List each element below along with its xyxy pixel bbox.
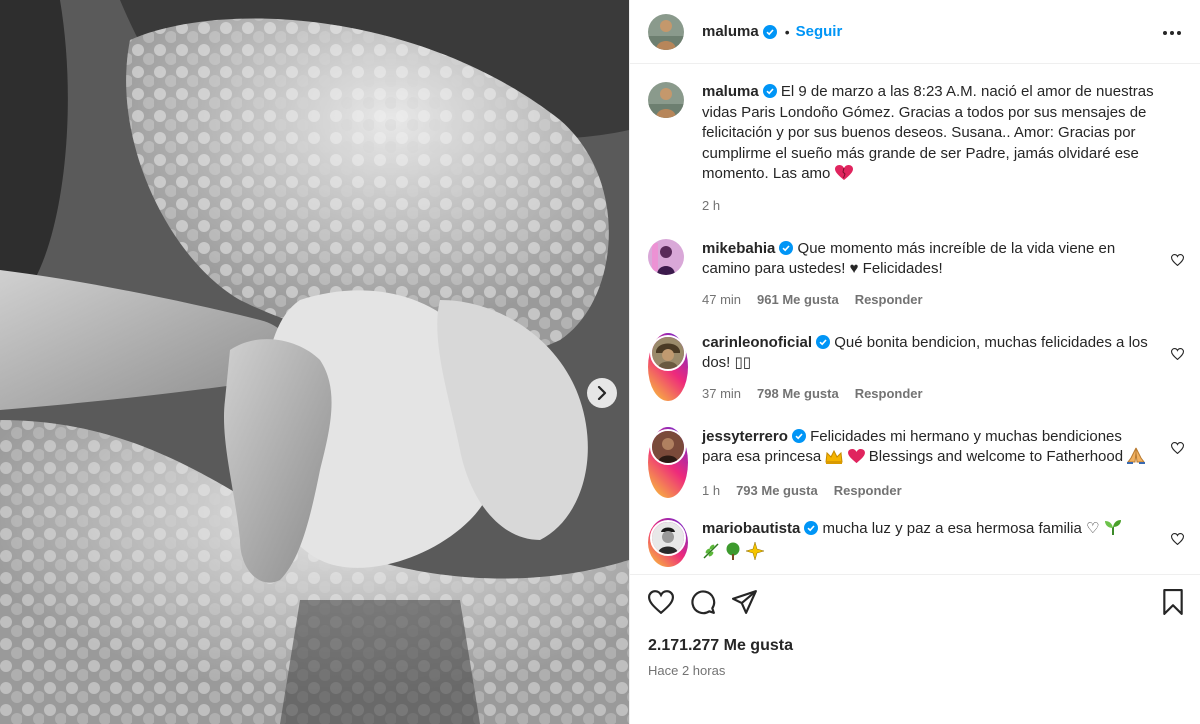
header-username[interactable]: maluma	[702, 23, 759, 40]
herb-emoji-icon	[702, 542, 720, 567]
seedling-emoji-icon	[1104, 518, 1122, 543]
verified-badge-icon	[762, 24, 777, 39]
avatar[interactable]	[648, 332, 688, 401]
verified-badge-icon	[804, 520, 819, 535]
comment-icon[interactable]	[690, 589, 716, 615]
folded-hands-emoji-icon	[1127, 447, 1146, 471]
header-separator: •	[784, 23, 790, 40]
verified-badge-icon	[791, 428, 806, 443]
post-side-panel: maluma • Seguir maluma El 9 de marzo a l…	[629, 0, 1200, 724]
more-options-icon[interactable]	[1162, 23, 1182, 41]
comment-username[interactable]: jessyterrero	[702, 428, 788, 445]
next-photo-button[interactable]	[587, 378, 617, 408]
comment-text-continued: Blessings and welcome to Fatherhood	[868, 448, 1124, 465]
caption-time: 2 h	[702, 197, 721, 213]
reply-button[interactable]: Responder	[855, 386, 923, 401]
crown-emoji-icon	[825, 449, 843, 471]
tree-emoji-icon	[724, 542, 742, 567]
avatar-image	[648, 13, 684, 50]
caption: maluma El 9 de marzo a las 8:23 A.M. nac…	[648, 82, 1184, 213]
comment-likes[interactable]: 798 Me gusta	[757, 386, 839, 401]
comment-like-heart-icon[interactable]	[1170, 532, 1185, 550]
comment-row: mikebahia Que momento más increíble de l…	[648, 238, 1185, 307]
comment-like-heart-icon[interactable]	[1170, 253, 1185, 271]
comment-likes[interactable]: 961 Me gusta	[757, 292, 839, 307]
comment-time: 37 min	[702, 385, 742, 401]
comment-likes[interactable]: 793 Me gusta	[736, 483, 818, 498]
baby-hands-photo	[0, 0, 629, 724]
post-likes-count[interactable]: 2.171.277 Me gusta	[648, 637, 1184, 655]
comments-list[interactable]: maluma El 9 de marzo a las 8:23 A.M. nac…	[630, 64, 1200, 574]
reply-button[interactable]: Responder	[855, 292, 923, 307]
comment-time: 1 h	[702, 482, 721, 498]
red-heart-emoji-icon	[847, 449, 865, 471]
chevron-right-icon	[597, 386, 607, 400]
sparkle-emoji-icon	[745, 541, 766, 567]
comment-like-heart-icon[interactable]	[1170, 347, 1185, 365]
verified-badge-icon	[779, 240, 794, 255]
follow-button[interactable]: Seguir	[796, 23, 843, 40]
avatar[interactable]	[648, 13, 684, 50]
comment-row: carinleonoficial Qué bonita bendicion, m…	[648, 332, 1185, 401]
avatar[interactable]	[648, 238, 684, 275]
comment-text: mucha luz y paz a esa hermosa familia ♡	[822, 519, 1100, 537]
comment-row: mariobautista mucha luz y paz a esa herm…	[648, 517, 1185, 567]
avatar[interactable]	[648, 82, 684, 118]
avatar[interactable]	[648, 426, 688, 498]
share-icon[interactable]	[732, 590, 758, 614]
comment-row: jessyterrero Felicidades mi hermano y mu…	[648, 426, 1185, 498]
post-header: maluma • Seguir	[630, 0, 1200, 64]
verified-badge-icon	[816, 334, 831, 349]
caption-username[interactable]: maluma	[702, 83, 759, 100]
heart-icon[interactable]	[648, 590, 674, 614]
comment-time: 47 min	[702, 291, 742, 307]
comment-username[interactable]: mikebahia	[702, 240, 775, 257]
post-timestamp: Hace 2 horas	[648, 663, 726, 678]
reply-button[interactable]: Responder	[834, 483, 902, 498]
comment-like-heart-icon[interactable]	[1170, 441, 1185, 459]
post-actions: 2.171.277 Me gusta Hace 2 horas	[630, 574, 1200, 724]
heart-emoji-icon	[834, 165, 853, 188]
comment-username[interactable]: mariobautista	[702, 520, 800, 537]
post-photo	[0, 0, 629, 724]
comment-username[interactable]: carinleonoficial	[702, 334, 812, 351]
verified-badge-icon	[762, 84, 777, 98]
bookmark-icon[interactable]	[1162, 589, 1184, 615]
avatar[interactable]	[648, 517, 688, 567]
